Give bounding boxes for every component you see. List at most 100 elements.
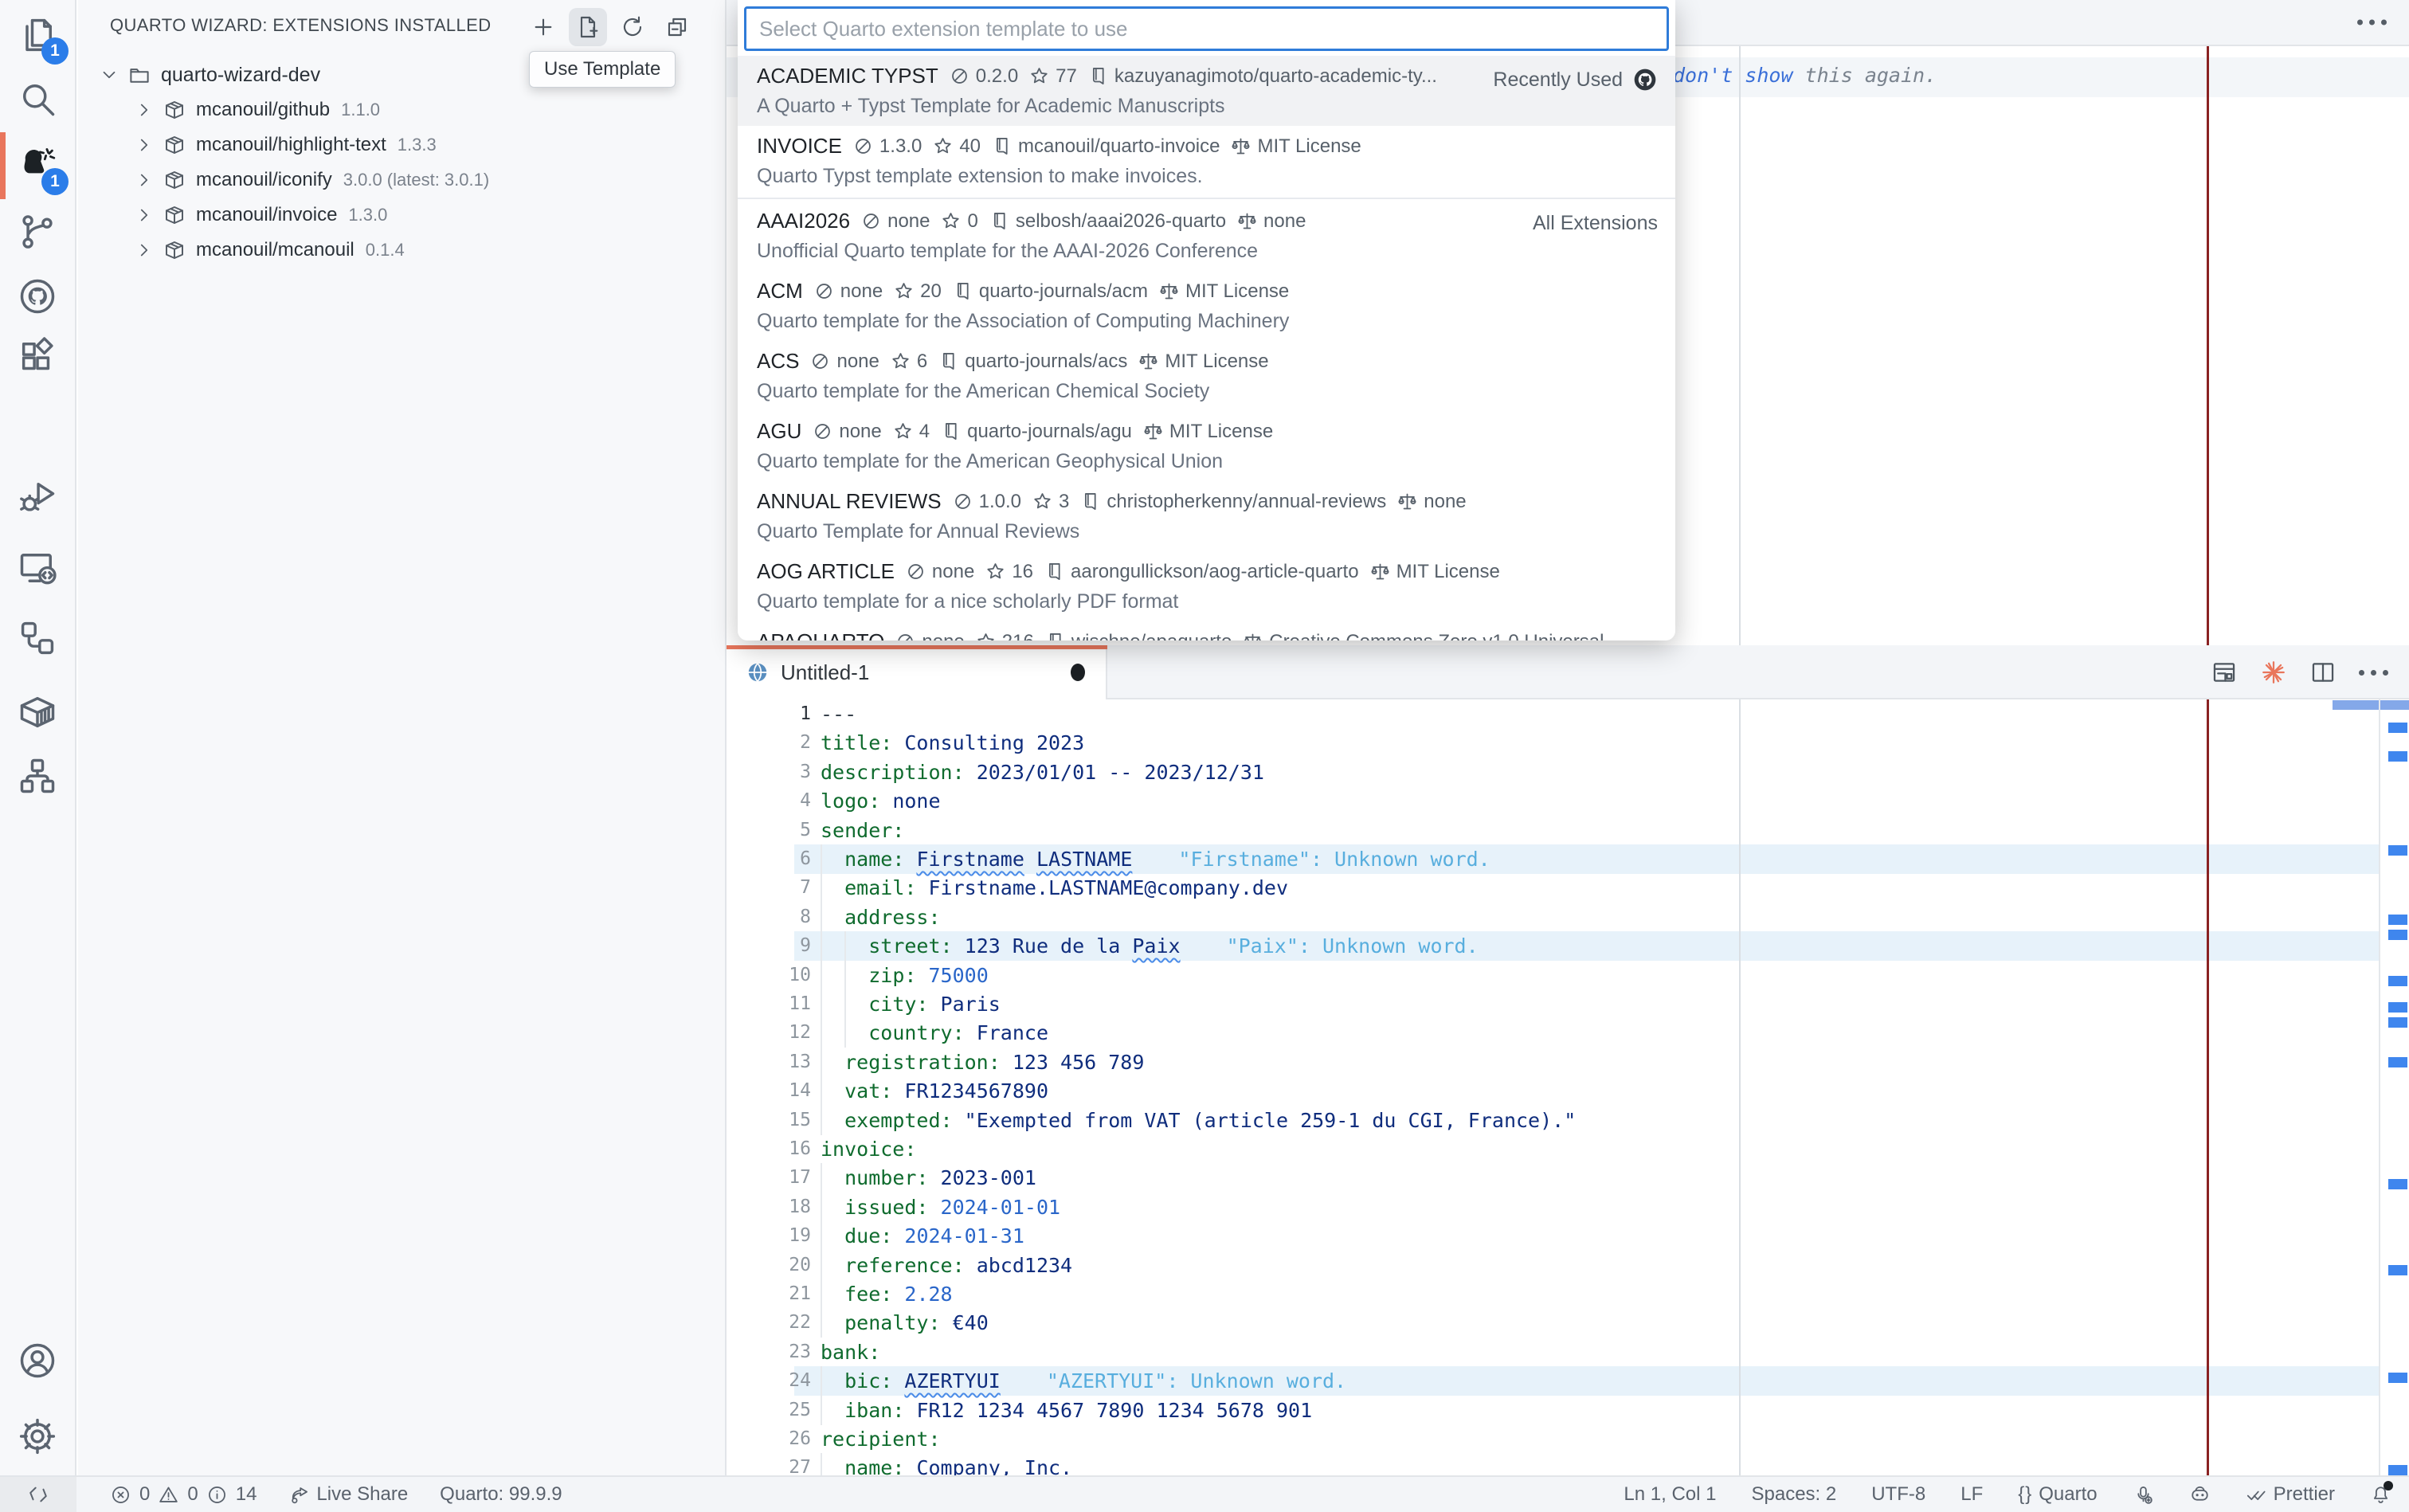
code-line[interactable]: 26recipient: bbox=[727, 1424, 2409, 1454]
code-editor[interactable]: 1---2title: Consulting 20233description:… bbox=[727, 699, 2409, 1475]
code-line[interactable]: 20 reference: abcd1234 bbox=[727, 1251, 2409, 1280]
chevron-right-icon[interactable] bbox=[134, 205, 155, 225]
open-preview-icon[interactable] bbox=[2211, 659, 2238, 686]
collapse-all-icon[interactable] bbox=[658, 8, 696, 46]
eol-status[interactable]: LF bbox=[1960, 1483, 1983, 1506]
run-debug-icon[interactable] bbox=[0, 463, 75, 531]
quickpick-item[interactable]: ACADEMIC TYPST 0.2.0 77 kazuyanagimoto/q… bbox=[738, 56, 1675, 126]
tree-item-extension[interactable]: mcanouil/iconify 3.0.0 (latest: 3.0.1) bbox=[78, 163, 725, 198]
tree-item-extension[interactable]: mcanouil/invoice 1.3.0 bbox=[78, 198, 725, 233]
quickpick-input[interactable] bbox=[744, 6, 1669, 51]
comment-line[interactable]: don't show this again. bbox=[1673, 64, 1937, 87]
status-bar: 0 0 14 Live Share Quarto: 99.9.9 Ln 1, C… bbox=[0, 1475, 2409, 1512]
problems-status[interactable]: 0 0 14 bbox=[110, 1483, 257, 1506]
code-line[interactable]: 13 registration: 123 456 789 bbox=[727, 1048, 2409, 1077]
code-line[interactable]: 3description: 2023/01/01 -- 2023/12/31 bbox=[727, 758, 2409, 787]
code-line[interactable]: 19 due: 2024-01-31 bbox=[727, 1221, 2409, 1251]
repo-meta: quarto-journals/acm bbox=[952, 280, 1148, 303]
code-line[interactable]: 11 city: Paris bbox=[727, 989, 2409, 1019]
folder-icon bbox=[127, 63, 151, 87]
repo-meta: aarongullickson/aog-article-quarto bbox=[1044, 561, 1359, 583]
explorer-icon[interactable]: 1 bbox=[0, 1, 75, 69]
quickpick-item[interactable]: INVOICE 1.3.0 40 mcanouil/quarto-invoice… bbox=[738, 126, 1675, 196]
code-line[interactable]: 8 address: bbox=[727, 903, 2409, 932]
extensions-icon[interactable] bbox=[0, 323, 75, 391]
tabstrip-bottom: Untitled-1 bbox=[727, 645, 2409, 699]
search-icon[interactable] bbox=[0, 65, 75, 133]
code-line[interactable]: 22 penalty: €40 bbox=[727, 1308, 2409, 1338]
quarto-wizard-icon[interactable]: 1 bbox=[0, 131, 75, 200]
chevron-right-icon[interactable] bbox=[134, 100, 155, 120]
law-icon bbox=[1396, 491, 1418, 512]
version-meta: none bbox=[812, 421, 881, 443]
code-line[interactable]: 24 bic: AZERTYUI"AZERTYUI": Unknown word… bbox=[727, 1366, 2409, 1396]
code-line[interactable]: 7 email: Firstname.LASTNAME@company.dev bbox=[727, 873, 2409, 903]
code-line[interactable]: 25 iban: FR12 1234 4567 7890 1234 5678 9… bbox=[727, 1396, 2409, 1425]
quickpick-item[interactable]: AGU none 4 quarto-journals/agu MIT Licen… bbox=[738, 411, 1675, 481]
remote-indicator[interactable] bbox=[0, 1477, 76, 1512]
quarto-render-icon[interactable] bbox=[2260, 659, 2287, 686]
encoding-status[interactable]: UTF-8 bbox=[1871, 1483, 1925, 1506]
code-line[interactable]: 16invoice: bbox=[727, 1134, 2409, 1164]
tree-item-label: quarto-wizard-dev bbox=[161, 64, 320, 87]
star-icon bbox=[1032, 491, 1053, 512]
quickpick-item[interactable]: APAQUARTO none 216 wjschne/apaquarto Cre… bbox=[738, 621, 1675, 640]
voice-status-icon[interactable] bbox=[2133, 1484, 2154, 1506]
settings-gear-icon[interactable] bbox=[0, 1402, 75, 1471]
copilot-icon[interactable] bbox=[2189, 1484, 2211, 1506]
notifications-bell-icon[interactable] bbox=[2370, 1484, 2391, 1506]
language-mode-status[interactable]: {} Quarto bbox=[2018, 1483, 2097, 1506]
use-template-icon[interactable] bbox=[569, 8, 607, 46]
chevron-right-icon[interactable] bbox=[134, 170, 155, 190]
code-line[interactable]: 10 zip: 75000 bbox=[727, 961, 2409, 990]
tree-item-extension[interactable]: mcanouil/highlight-text 1.3.3 bbox=[78, 127, 725, 163]
split-editor-icon[interactable] bbox=[2309, 659, 2337, 686]
source-control-icon[interactable] bbox=[0, 198, 75, 266]
tree-item-extension[interactable]: mcanouil/mcanouil 0.1.4 bbox=[78, 233, 725, 268]
code-line[interactable]: 4logo: none bbox=[727, 786, 2409, 816]
code-line[interactable]: 9 street: 123 Rue de la Paix"Paix": Unkn… bbox=[727, 931, 2409, 961]
code-line[interactable]: 15 exempted: "Exempted from VAT (article… bbox=[727, 1106, 2409, 1135]
prettier-status[interactable]: Prettier bbox=[2246, 1483, 2335, 1506]
quickpick-item[interactable]: AAAI2026 none 0 selbosh/aaai2026-quarto … bbox=[738, 201, 1675, 271]
tree-item-extension[interactable]: mcanouil/github 1.1.0 bbox=[78, 92, 725, 127]
code-line[interactable]: 12 country: France bbox=[727, 1018, 2409, 1048]
chevron-right-icon[interactable] bbox=[134, 135, 155, 155]
code-line[interactable]: 14 vat: FR1234567890 bbox=[727, 1076, 2409, 1106]
org-chart-icon[interactable] bbox=[0, 742, 75, 810]
more-actions-icon[interactable] bbox=[2357, 20, 2387, 25]
line-number: 5 bbox=[727, 816, 811, 845]
quickpick-item[interactable]: AOG ARTICLE none 16 aarongullickson/aog-… bbox=[738, 551, 1675, 621]
code-line[interactable]: 18 issued: 2024-01-01 bbox=[727, 1193, 2409, 1222]
dirty-indicator[interactable] bbox=[1071, 664, 1085, 681]
github-icon[interactable] bbox=[0, 262, 75, 331]
code-line[interactable]: 5sender: bbox=[727, 816, 2409, 845]
refresh-icon[interactable] bbox=[613, 8, 652, 46]
quickpick-item[interactable]: ANNUAL REVIEWS 1.0.0 3 christopherkenny/… bbox=[738, 481, 1675, 551]
scrollbar-indicator[interactable] bbox=[2333, 700, 2409, 710]
install-extension-icon[interactable] bbox=[524, 8, 562, 46]
code-line[interactable]: 6 name: Firstname LASTNAME"Firstname": U… bbox=[727, 844, 2409, 874]
chevron-down-icon[interactable] bbox=[99, 65, 119, 85]
code-line[interactable]: 17 number: 2023-001 bbox=[727, 1163, 2409, 1193]
quarto-version-status[interactable]: Quarto: 99.9.9 bbox=[440, 1483, 562, 1506]
more-actions-icon[interactable] bbox=[2359, 670, 2388, 676]
code-line[interactable]: 23bank: bbox=[727, 1338, 2409, 1367]
container-icon[interactable] bbox=[0, 678, 75, 746]
code-line[interactable]: 27 name: Company, Inc. bbox=[727, 1453, 2409, 1475]
linked-views-icon[interactable] bbox=[0, 604, 75, 672]
remote-explorer-icon[interactable] bbox=[0, 534, 75, 602]
quickpick-item[interactable]: ACM none 20 quarto-journals/acm MIT Lice… bbox=[738, 271, 1675, 341]
tab-untitled-1[interactable]: Untitled-1 bbox=[727, 645, 1107, 699]
live-share-status[interactable]: Live Share bbox=[288, 1483, 408, 1506]
indentation-status[interactable]: Spaces: 2 bbox=[1751, 1483, 1836, 1506]
quickpick-item[interactable]: ACS none 6 quarto-journals/acs MIT Licen… bbox=[738, 341, 1675, 411]
cursor-position-status[interactable]: Ln 1, Col 1 bbox=[1624, 1483, 1716, 1506]
star-icon bbox=[890, 351, 911, 372]
code-line[interactable]: 1--- bbox=[727, 699, 2409, 729]
chevron-right-icon[interactable] bbox=[134, 240, 155, 260]
code-line[interactable]: 2title: Consulting 2023 bbox=[727, 728, 2409, 758]
live-share-icon bbox=[288, 1484, 310, 1506]
code-line[interactable]: 21 fee: 2.28 bbox=[727, 1279, 2409, 1309]
account-icon[interactable] bbox=[0, 1326, 75, 1395]
